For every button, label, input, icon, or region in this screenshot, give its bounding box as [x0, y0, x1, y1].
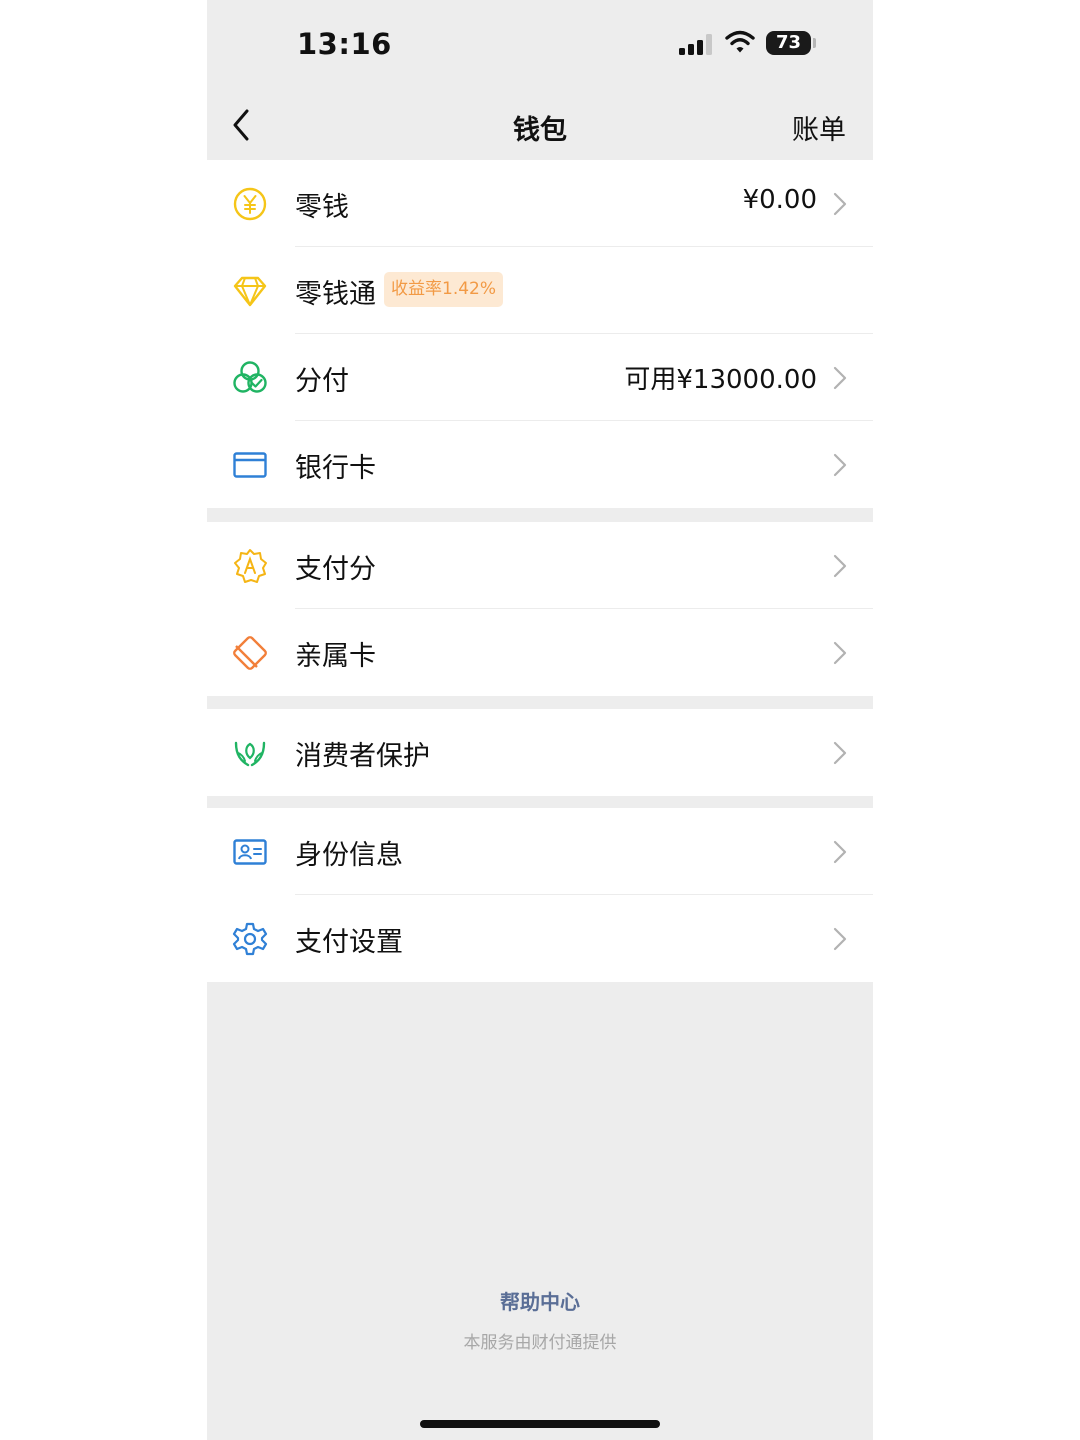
battery-tip: [813, 38, 816, 48]
wifi-icon: [725, 30, 755, 53]
cellular-signal-icon: [679, 33, 715, 55]
coin-yuan-icon: [233, 187, 267, 221]
row-change-plus[interactable]: 零钱通 收益率1.42%: [207, 247, 873, 334]
wallet-group-services: 支付分 亲属卡: [207, 522, 873, 696]
row-label: 零钱: [295, 192, 349, 223]
row-label: 身份信息: [295, 840, 403, 871]
row-label: 分付: [295, 366, 349, 397]
chevron-right-icon: [833, 192, 847, 216]
consumer-protection-icon: [234, 741, 266, 767]
row-label: 零钱通: [295, 279, 376, 310]
battery-indicator: 73: [766, 31, 811, 55]
row-pay-score[interactable]: 支付分: [207, 522, 873, 609]
row-bank-card[interactable]: 银行卡: [207, 421, 873, 508]
row-identity[interactable]: 身份信息: [207, 808, 873, 895]
chevron-right-icon: [833, 840, 847, 864]
status-bar: 13:16 73: [207, 0, 873, 90]
diamond-icon: [233, 276, 267, 307]
row-label: 银行卡: [295, 453, 376, 484]
home-indicator[interactable]: [420, 1420, 660, 1428]
chevron-right-icon: [833, 453, 847, 477]
chevron-right-icon: [833, 927, 847, 951]
row-pay-settings[interactable]: 支付设置: [207, 895, 873, 982]
row-fenfu[interactable]: 分付 可用¥13000.00: [207, 334, 873, 421]
yield-rate-badge: 收益率1.42%: [384, 272, 504, 307]
wallet-group-funds: 零钱 ¥0.00 零钱通 收益率1.42% 分付 可用¥13000.00 银行卡: [207, 160, 873, 508]
bank-card-icon: [233, 452, 267, 478]
row-consumer-protection[interactable]: 消费者保护: [207, 709, 873, 796]
wallet-group-protection: 消费者保护: [207, 709, 873, 796]
fenfu-available: 可用¥13000.00: [624, 365, 817, 395]
pay-score-icon: [234, 549, 267, 583]
fenfu-icon: [233, 361, 267, 393]
help-center-link[interactable]: 帮助中心: [207, 1286, 873, 1315]
status-time: 13:16: [297, 27, 392, 61]
chevron-right-icon: [833, 741, 847, 765]
settings-gear-icon: [232, 922, 268, 956]
bill-button[interactable]: 账单: [792, 108, 846, 147]
chevron-right-icon: [833, 641, 847, 665]
row-label: 支付设置: [295, 927, 403, 958]
chevron-right-icon: [833, 554, 847, 578]
chevron-right-icon: [833, 366, 847, 390]
row-change[interactable]: 零钱 ¥0.00: [207, 160, 873, 247]
family-card-icon: [233, 636, 267, 670]
nav-bar: 钱包 账单: [207, 90, 873, 160]
page-title: 钱包: [513, 115, 567, 146]
row-family-card[interactable]: 亲属卡: [207, 609, 873, 696]
row-label: 支付分: [295, 554, 376, 585]
row-label: 亲属卡: [295, 641, 376, 672]
wallet-group-settings: 身份信息 支付设置: [207, 808, 873, 982]
id-card-icon: [233, 839, 267, 865]
wallet-screen: 13:16 73 钱包 账单 零钱 ¥0.00 零钱通 收益率1.42% 分付 …: [207, 0, 873, 1440]
change-balance: ¥0.00: [742, 185, 817, 215]
row-label: 消费者保护: [295, 741, 430, 772]
service-provider-note: 本服务由财付通提供: [463, 1333, 617, 1353]
